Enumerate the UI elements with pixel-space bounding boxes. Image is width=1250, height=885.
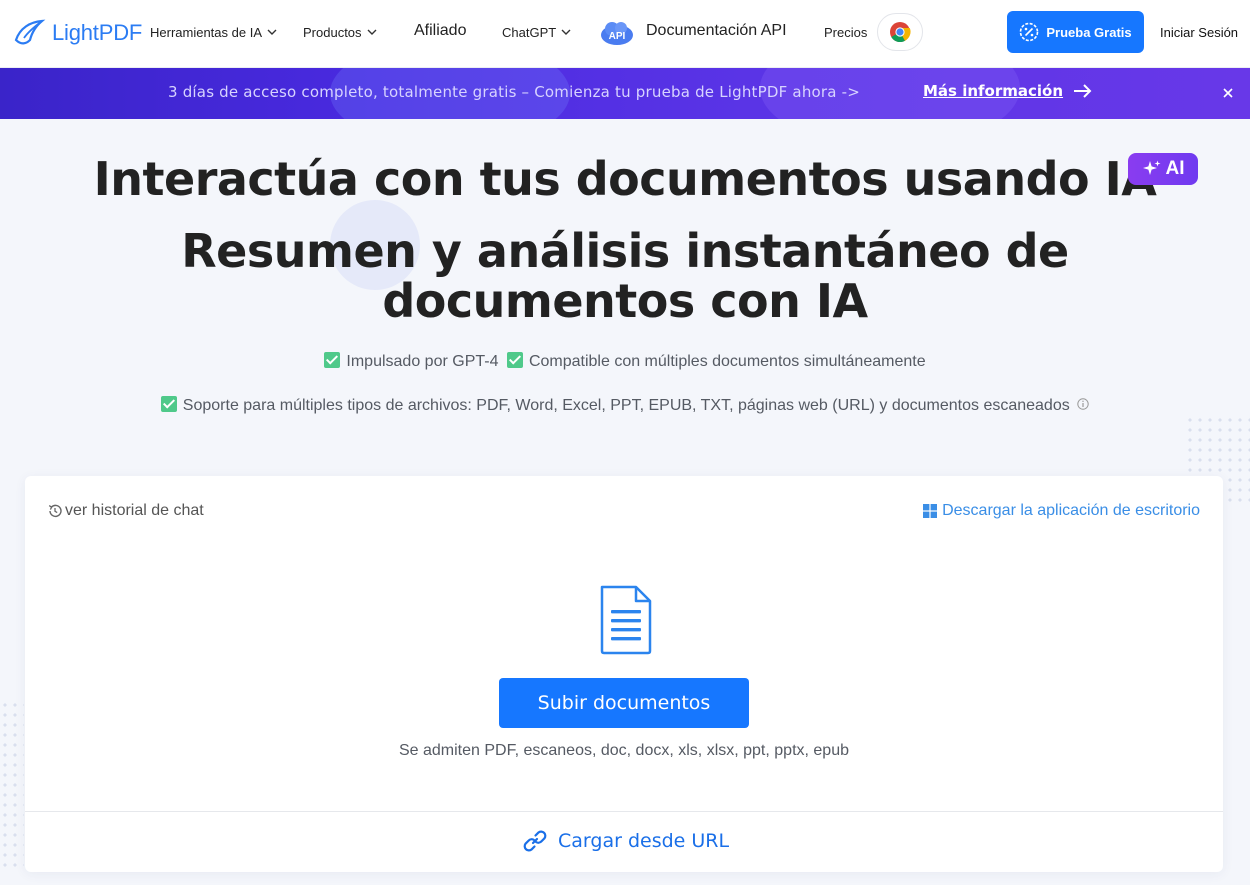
nav-item-herramientas-ia[interactable]: Herramientas de IA bbox=[150, 22, 278, 42]
document-icon bbox=[600, 585, 652, 655]
svg-text:API: API bbox=[609, 31, 626, 42]
hero-title: Interactúa con tus documentos usando IA bbox=[93, 152, 1157, 206]
nav-item-precios[interactable]: Precios bbox=[824, 22, 867, 42]
nav-item-chatgpt[interactable]: ChatGPT bbox=[502, 22, 572, 42]
check-icon bbox=[160, 396, 177, 412]
login-link[interactable]: Iniciar Sesión bbox=[1160, 25, 1238, 40]
promo-banner: 3 días de acceso completo, totalmente gr… bbox=[0, 68, 1250, 119]
link-icon bbox=[523, 830, 547, 852]
nav-item-documentacion-api[interactable]: Documentación API bbox=[646, 21, 787, 41]
hero-subtitle: Resumen y análisis instantáneo de docume… bbox=[181, 224, 1069, 328]
promo-more-info-link[interactable]: Más información bbox=[923, 82, 1093, 100]
check-icon bbox=[506, 352, 523, 368]
background-dot-pattern bbox=[0, 700, 24, 870]
chevron-down-icon bbox=[267, 29, 277, 35]
logo[interactable]: LightPDF bbox=[12, 18, 142, 48]
sparkle-icon bbox=[1142, 160, 1160, 175]
nav-item-afiliado[interactable]: Afiliado bbox=[414, 21, 466, 41]
history-icon bbox=[48, 504, 62, 518]
windows-icon bbox=[923, 504, 938, 518]
nav-item-productos[interactable]: Productos bbox=[303, 22, 378, 42]
load-from-url-link[interactable]: Cargar desde URL bbox=[522, 828, 729, 854]
arrow-right-icon bbox=[1074, 84, 1092, 98]
check-icon bbox=[324, 352, 341, 368]
feature-line-1: Impulsado por GPT-4 Compatible con múlti… bbox=[0, 352, 1250, 371]
chat-history-link[interactable]: ver historial de chat bbox=[47, 502, 204, 520]
info-icon[interactable] bbox=[1077, 398, 1089, 410]
chevron-down-icon bbox=[367, 29, 377, 35]
logo-text: LightPDF bbox=[52, 20, 143, 45]
chrome-extension-button[interactable] bbox=[877, 13, 923, 51]
try-free-button[interactable]: Prueba Gratis bbox=[1007, 11, 1144, 53]
divider bbox=[25, 811, 1223, 812]
download-desktop-app-link[interactable]: Descargar la aplicación de escritorio bbox=[923, 502, 1200, 520]
api-badge-icon: API bbox=[600, 20, 634, 46]
chevron-down-icon bbox=[561, 29, 571, 35]
supported-formats-text: Se admiten PDF, escaneos, doc, docx, xls… bbox=[398, 742, 849, 759]
ai-tag: AI bbox=[1128, 153, 1198, 185]
logo-icon bbox=[14, 19, 46, 45]
promo-text: 3 días de acceso completo, totalmente gr… bbox=[168, 83, 861, 101]
upload-documents-button[interactable]: Subir documentos bbox=[499, 678, 749, 728]
feature-line-2: Soporte para múltiples tipos de archivos… bbox=[0, 396, 1250, 415]
upload-card: ver historial de chat Descargar la aplic… bbox=[25, 476, 1223, 872]
close-icon[interactable] bbox=[1219, 84, 1237, 102]
percent-badge-icon bbox=[1020, 22, 1039, 42]
top-navigation: LightPDF Herramientas de IA Productos Af… bbox=[0, 0, 1250, 68]
chrome-icon bbox=[890, 22, 911, 43]
